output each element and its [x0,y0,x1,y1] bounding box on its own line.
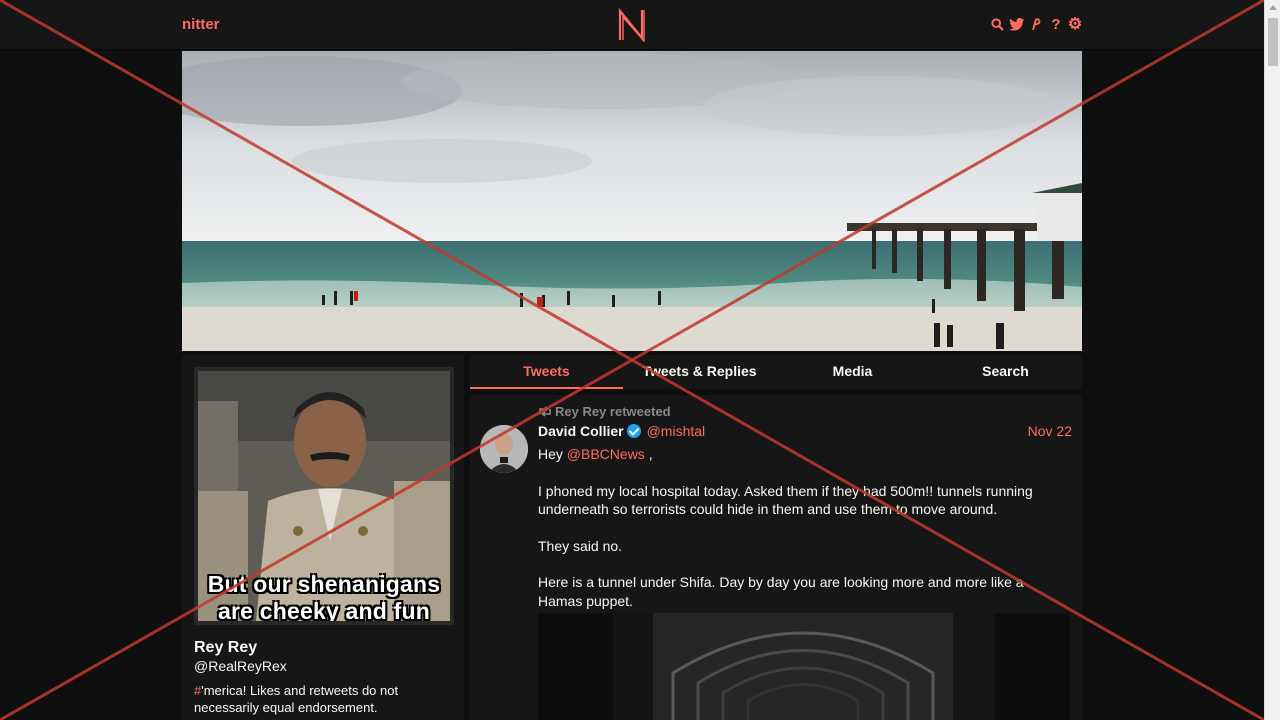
profile-card: But our shenanigans are cheeky and fun R… [182,355,464,720]
twitter-icon[interactable] [1009,15,1025,33]
retweet-icon [539,406,551,417]
nitter-home-link[interactable]: nitter [182,16,220,33]
top-navbar: nitter ? ⚙ [0,0,1264,50]
tunnel-image [538,613,1070,720]
tweet-author-username[interactable]: @mishtal [647,423,706,439]
verified-badge-icon [626,424,641,438]
scrollbar-thumb[interactable] [1268,18,1278,66]
search-icon[interactable] [990,15,1004,33]
nav-icon-bar: ? ⚙ [990,15,1082,33]
beach-pier-banner-image [182,51,1082,351]
retweet-label: Rey Rey retweeted [555,404,671,419]
retweet-header: Rey Rey retweeted [538,404,671,419]
tweet-paragraph: Here is a tunnel under Shifa. Day by day… [538,574,1024,609]
tweet-paragraph: I phoned my local hospital today. Asked … [538,482,1033,518]
profile-banner[interactable] [182,51,1082,351]
tab-media[interactable]: Media [776,355,929,389]
timeline: Rey Rey retweeted David Collier @mishtal … [470,395,1082,720]
tweet-author-avatar[interactable] [480,425,528,473]
profile-username[interactable]: @RealReyRex [194,658,287,674]
tweet-paragraph: They said no. [538,537,623,554]
rss-icon[interactable] [1030,15,1044,33]
tweet-header: David Collier @mishtal Nov 22 [538,423,1072,441]
profile-bio: #'merica! Likes and retweets do not nece… [194,682,444,716]
settings-icon[interactable]: ⚙ [1068,15,1082,33]
tweet-date-link[interactable]: Nov 22 [1028,423,1072,439]
timeline-tabs: Tweets Tweets & Replies Media Search [470,355,1082,389]
profile-avatar[interactable]: But our shenanigans are cheeky and fun [194,367,454,625]
tab-search[interactable]: Search [929,355,1082,389]
tweet-media-image[interactable] [538,613,1070,720]
bio-text: 'merica! Likes and retweets do not neces… [194,683,399,715]
avatar-caption-line2: are cheeky and fun [218,598,430,624]
page-scrollbar[interactable] [1264,0,1280,720]
tweet-author-fullname[interactable]: David Collier [538,423,624,439]
mention-link[interactable]: @BBCNews [567,446,645,462]
nitter-logo[interactable] [616,8,648,42]
avatar-caption-line1: But our shenanigans [207,571,441,597]
tab-tweets[interactable]: Tweets [470,355,623,389]
tab-tweets-replies[interactable]: Tweets & Replies [623,355,776,389]
help-icon[interactable]: ? [1049,15,1063,33]
profile-fullname[interactable]: Rey Rey [194,639,257,657]
tweet-content: Hey @BBCNews , I phoned my local hospita… [538,445,1058,628]
tweet-avatar-image [480,425,528,473]
tweet-greeting: Hey @BBCNews , [538,446,653,462]
scroll-up-arrow-icon[interactable] [1269,5,1277,10]
